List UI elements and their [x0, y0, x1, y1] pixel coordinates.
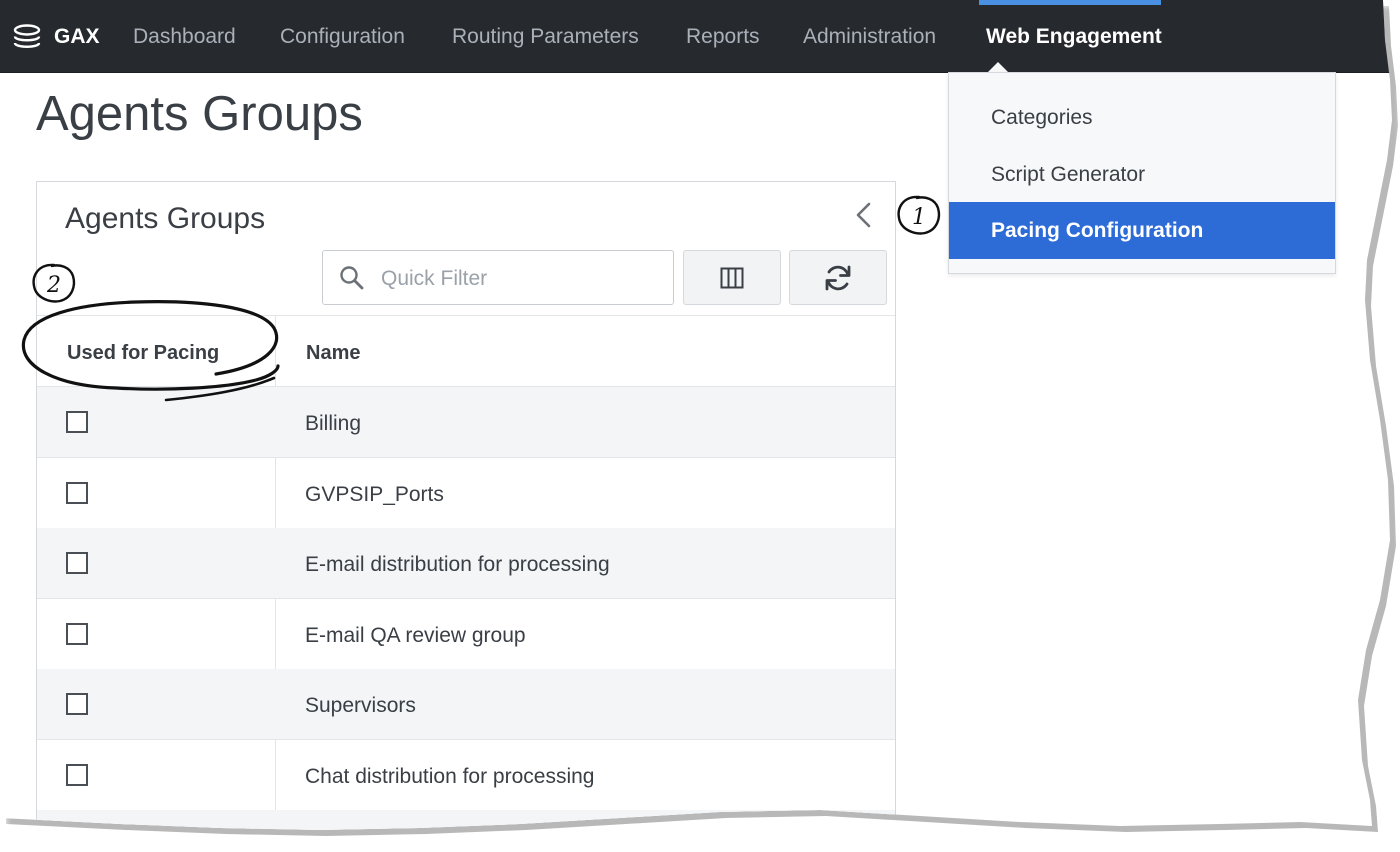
nav-configuration[interactable]: Configuration	[280, 0, 405, 72]
nav-dashboard[interactable]: Dashboard	[133, 0, 236, 72]
panel-title: Agents Groups	[65, 202, 266, 235]
top-navigation-bar: GAX Dashboard Configuration Routing Para…	[0, 0, 1392, 73]
chevron-left-icon	[856, 202, 871, 228]
menu-item-script-generator[interactable]: Script Generator	[949, 146, 1335, 203]
nav-active-indicator	[979, 0, 1161, 5]
callout-1-marker: 1	[897, 195, 941, 235]
highlight-ellipse	[21, 300, 280, 402]
search-icon	[340, 266, 364, 290]
used-for-pacing-checkbox[interactable]	[66, 552, 88, 574]
table-row[interactable]: GVPSIP_Ports	[37, 458, 895, 529]
used-for-pacing-checkbox[interactable]	[66, 623, 88, 645]
menu-item-pacing-configuration[interactable]: Pacing Configuration	[949, 202, 1335, 259]
group-name: Chat distribution for processing	[305, 765, 595, 788]
group-name: E-mail QA review group	[305, 624, 526, 647]
brand-name: GAX	[54, 25, 100, 48]
refresh-icon	[825, 265, 851, 290]
used-for-pacing-checkbox[interactable]	[66, 411, 88, 433]
agents-groups-panel: Agents Groups Quick Filter Used for Paci…	[36, 181, 896, 830]
group-name: GVPSIP_Ports	[305, 483, 444, 506]
columns-button[interactable]	[683, 250, 781, 305]
brand-logo[interactable]: GAX	[12, 22, 100, 52]
column-header-name[interactable]: Name	[306, 316, 360, 388]
refresh-button[interactable]	[789, 250, 887, 305]
table-row[interactable]: E-mail distribution for processing	[37, 528, 895, 599]
callout-2-label: 2	[46, 273, 61, 298]
group-name: Supervisors	[305, 694, 416, 717]
columns-icon	[720, 267, 744, 288]
used-for-pacing-checkbox[interactable]	[66, 764, 88, 786]
table-row[interactable]: Supervisors	[37, 669, 895, 740]
menu-item-categories[interactable]: Categories	[949, 89, 1335, 146]
table-row[interactable]: Chat distribution for processing	[37, 740, 895, 811]
table-row[interactable]: E-mail QA review group	[37, 599, 895, 670]
screenshot-paper: GAX Dashboard Configuration Routing Para…	[0, 0, 1392, 830]
nav-administration[interactable]: Administration	[803, 0, 936, 72]
callout-1-label: 1	[912, 205, 926, 230]
nav-reports[interactable]: Reports	[686, 0, 760, 72]
group-name: E-mail distribution for processing	[305, 553, 610, 576]
quick-filter-input[interactable]	[379, 251, 663, 306]
web-engagement-dropdown: Categories Script Generator Pacing Confi…	[948, 72, 1336, 274]
nav-routing-parameters[interactable]: Routing Parameters	[452, 0, 639, 72]
used-for-pacing-checkbox[interactable]	[66, 693, 88, 715]
quick-filter-field[interactable]	[322, 250, 674, 306]
nav-web-engagement[interactable]: Web Engagement	[986, 0, 1162, 72]
collapse-panel-button[interactable]	[849, 200, 879, 230]
database-icon	[13, 24, 41, 48]
used-for-pacing-checkbox[interactable]	[66, 482, 88, 504]
group-name: Billing	[305, 412, 362, 435]
page-title: Agents Groups	[36, 87, 363, 141]
